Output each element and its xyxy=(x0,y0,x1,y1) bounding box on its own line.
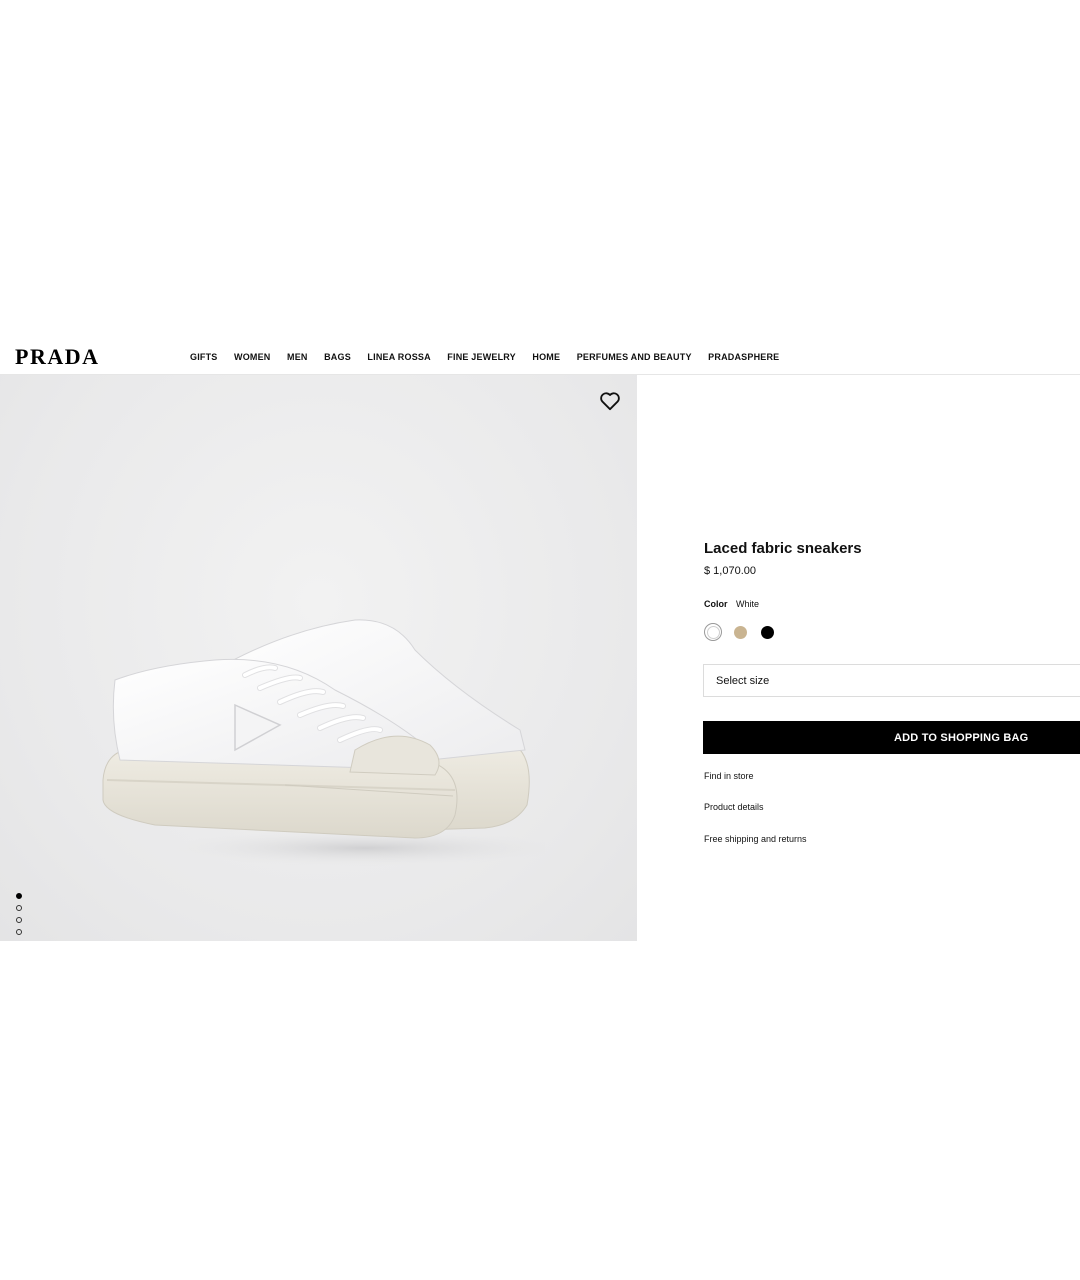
nav-item-perfumes-and-beauty[interactable]: PERFUMES AND BEAUTY xyxy=(577,352,692,362)
nav-item-gifts[interactable]: GIFTS xyxy=(190,352,218,362)
size-select[interactable]: Select size xyxy=(703,664,1080,697)
color-label: Color xyxy=(704,599,728,609)
page: PRADA GIFTS WOMEN MEN BAGS LINEA ROSSA F… xyxy=(0,0,1080,1280)
product-price: $ 1,070.00 xyxy=(704,565,756,577)
nav-item-fine-jewelry[interactable]: FINE JEWELRY xyxy=(447,352,516,362)
main-nav: GIFTS WOMEN MEN BAGS LINEA ROSSA FINE JE… xyxy=(190,352,796,362)
nav-item-women[interactable]: WOMEN xyxy=(234,352,271,362)
gallery-dot-2[interactable] xyxy=(16,905,22,911)
site-header: PRADA GIFTS WOMEN MEN BAGS LINEA ROSSA F… xyxy=(0,340,1080,375)
color-selector-label: Color White xyxy=(704,599,759,609)
swatch-beige[interactable] xyxy=(731,623,749,641)
swatch-black[interactable] xyxy=(758,623,776,641)
add-to-bag-button[interactable]: ADD TO SHOPPING BAG xyxy=(703,721,1080,754)
nav-item-bags[interactable]: BAGS xyxy=(324,352,351,362)
shipping-returns-link[interactable]: Free shipping and returns xyxy=(704,834,807,844)
brand-logo[interactable]: PRADA xyxy=(15,344,100,370)
swatch-beige-fill xyxy=(733,625,747,639)
gallery-dot-3[interactable] xyxy=(16,917,22,923)
color-swatches xyxy=(704,623,776,641)
nav-item-pradasphere[interactable]: PRADASPHERE xyxy=(708,352,779,362)
nav-item-men[interactable]: MEN xyxy=(287,352,308,362)
find-in-store-link[interactable]: Find in store xyxy=(704,771,754,781)
gallery-pagination xyxy=(16,893,26,935)
nav-item-linea-rossa[interactable]: LINEA ROSSA xyxy=(367,352,430,362)
color-value: White xyxy=(736,599,760,609)
swatch-white[interactable] xyxy=(704,623,722,641)
product-image xyxy=(102,619,545,866)
gallery-dot-4[interactable] xyxy=(16,929,22,935)
swatch-white-fill xyxy=(706,625,720,639)
heart-icon[interactable] xyxy=(599,391,621,411)
product-title: Laced fabric sneakers xyxy=(704,540,862,557)
product-image-gallery[interactable] xyxy=(0,375,637,941)
swatch-black-fill xyxy=(760,625,774,639)
product-details-link[interactable]: Product details xyxy=(704,802,764,812)
nav-item-home[interactable]: HOME xyxy=(532,352,560,362)
gallery-dot-1[interactable] xyxy=(16,893,22,899)
